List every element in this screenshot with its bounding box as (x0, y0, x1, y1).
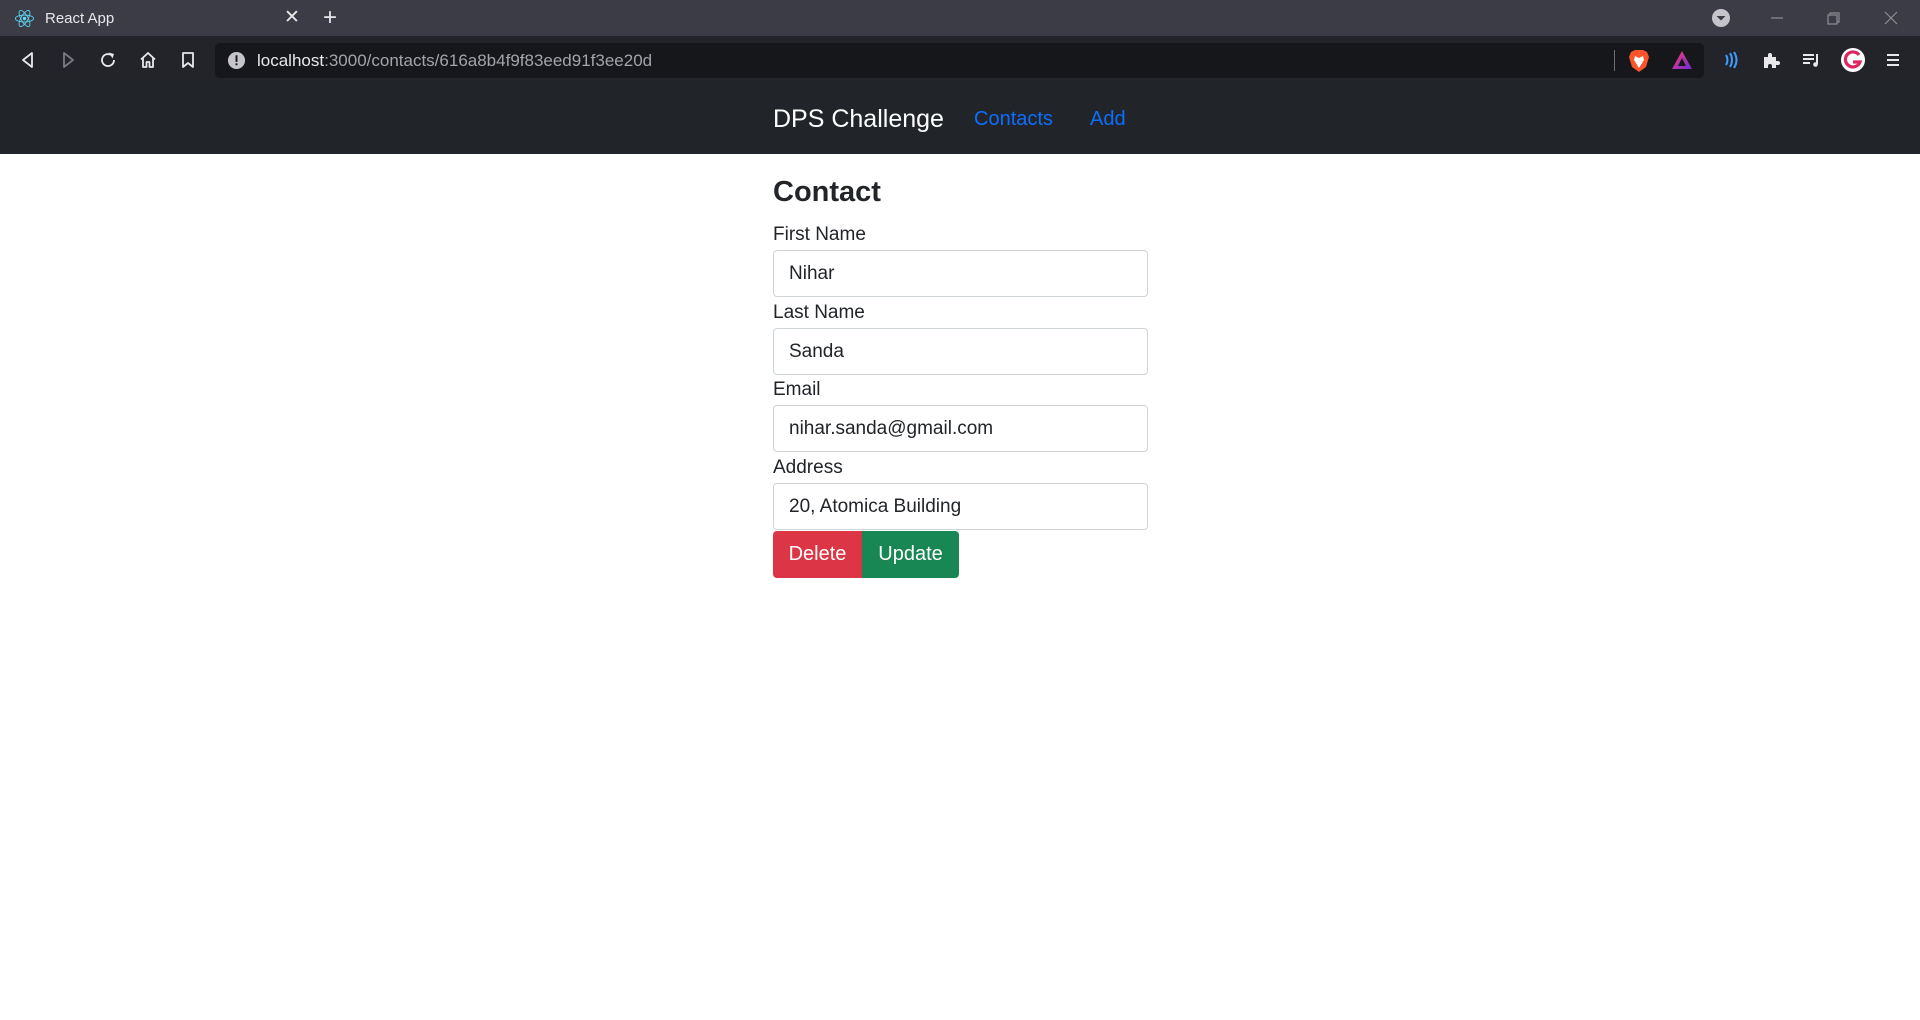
restore-icon[interactable] (1820, 5, 1846, 31)
forward-icon[interactable] (55, 47, 81, 73)
address-bar[interactable]: localhost:3000/contacts/616a8b4f9f83eed9… (215, 43, 1704, 78)
last-name-input[interactable] (773, 328, 1148, 375)
home-icon[interactable] (135, 47, 161, 73)
reload-icon[interactable] (95, 47, 121, 73)
minimize-icon[interactable] (1764, 5, 1790, 31)
site-info-icon[interactable] (227, 51, 246, 70)
url-text[interactable]: localhost:3000/contacts/616a8b4f9f83eed9… (257, 51, 652, 71)
close-window-icon[interactable] (1878, 5, 1904, 31)
nav-link-contacts[interactable]: Contacts (974, 108, 1053, 131)
wallet-icon[interactable] (1718, 47, 1744, 73)
first-name-label: First Name (773, 224, 866, 245)
close-tab-icon[interactable]: ✕ (282, 8, 302, 28)
browser-tab[interactable]: React App ✕ (0, 0, 308, 36)
playlist-icon[interactable] (1798, 47, 1824, 73)
bookmark-icon[interactable] (175, 47, 201, 73)
menu-icon[interactable] (1880, 47, 1906, 73)
browser-tab-strip: React App ✕ + (0, 0, 1920, 36)
brave-shields-icon[interactable] (1628, 49, 1650, 73)
back-icon[interactable] (15, 47, 41, 73)
address-label: Address (773, 457, 843, 478)
new-tab-button[interactable]: + (318, 6, 342, 30)
nav-link-add[interactable]: Add (1090, 108, 1126, 131)
address-bar-divider (1614, 50, 1615, 71)
url-path: :3000/contacts/616a8b4f9f83eed91f3ee20d (324, 51, 653, 70)
url-host: localhost (257, 51, 325, 70)
browser-toolbar: localhost:3000/contacts/616a8b4f9f83eed9… (0, 36, 1920, 85)
first-name-input[interactable] (773, 250, 1148, 297)
page-title: Contact (773, 176, 881, 208)
tab-search-icon[interactable] (1708, 5, 1734, 31)
email-input[interactable] (773, 405, 1148, 452)
navbar-brand[interactable]: DPS Challenge (773, 105, 944, 134)
update-button[interactable]: Update (862, 531, 959, 578)
last-name-label: Last Name (773, 302, 865, 323)
app-navbar: DPS Challenge Contacts Add (0, 85, 1920, 154)
delete-button[interactable]: Delete (773, 531, 862, 578)
email-label: Email (773, 379, 821, 400)
profile-icon[interactable] (1840, 47, 1866, 73)
address-input[interactable] (773, 483, 1148, 530)
tab-title: React App (45, 10, 115, 27)
react-favicon-icon (15, 10, 34, 27)
brave-rewards-icon[interactable] (1671, 50, 1693, 70)
extensions-icon[interactable] (1758, 47, 1784, 73)
